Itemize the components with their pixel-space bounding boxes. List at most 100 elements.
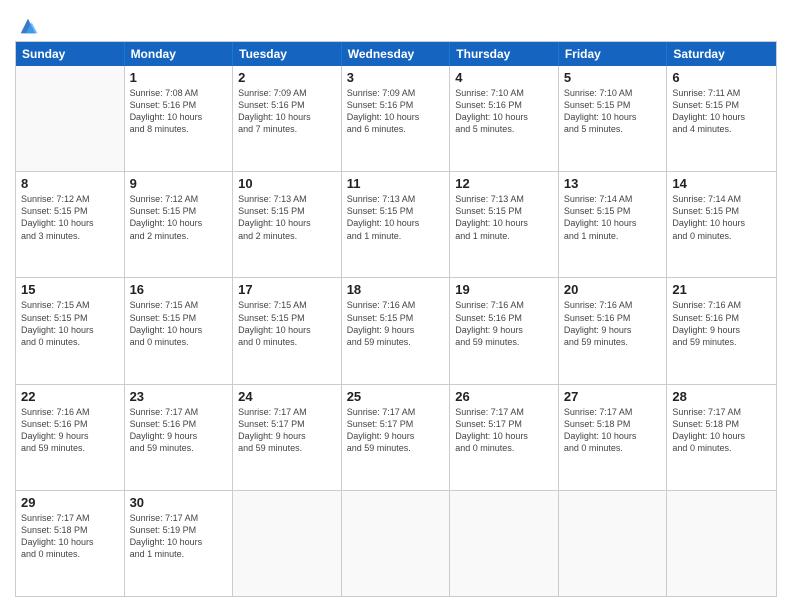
day-number: 6 (672, 70, 771, 85)
cell-info: Sunrise: 7:17 AMSunset: 5:17 PMDaylight:… (238, 406, 336, 455)
cell-info: Sunrise: 7:17 AMSunset: 5:19 PMDaylight:… (130, 512, 228, 561)
cal-cell-r0-c3: 3Sunrise: 7:09 AMSunset: 5:16 PMDaylight… (342, 66, 451, 171)
day-number: 16 (130, 282, 228, 297)
day-number: 22 (21, 389, 119, 404)
cell-info: Sunrise: 7:17 AMSunset: 5:17 PMDaylight:… (455, 406, 553, 455)
cell-info: Sunrise: 7:14 AMSunset: 5:15 PMDaylight:… (564, 193, 662, 242)
calendar-row-1: 8 Sunrise: 7:12 AMSunset: 5:15 PMDaylight… (16, 172, 776, 278)
logo-icon (17, 15, 39, 37)
header-day-saturday: Saturday (667, 42, 776, 66)
cell-info: Sunrise: 7:16 AMSunset: 5:16 PMDaylight:… (564, 299, 662, 348)
cell-info: Sunrise: 7:10 AMSunset: 5:16 PMDaylight:… (455, 87, 553, 136)
cell-info: Sunrise: 7:08 AMSunset: 5:16 PMDaylight:… (130, 87, 228, 136)
cal-cell-r0-c6: 6 Sunrise: 7:11 AMSunset: 5:15 PMDaylight… (667, 66, 776, 171)
day-number: 4 (455, 70, 553, 85)
cal-cell-r1-c5: 13 Sunrise: 7:14 AMSunset: 5:15 PMDayligh… (559, 172, 668, 277)
cell-info: Sunrise: 7:15 AMSunset: 5:15 PMDaylight:… (238, 299, 336, 348)
cal-cell-r0-c0 (16, 66, 125, 171)
cell-info: Sunrise: 7:09 AMSunset: 5:16 PMDaylight:… (238, 87, 336, 136)
cal-cell-r4-c1: 30 Sunrise: 7:17 AMSunset: 5:19 PMDayligh… (125, 491, 234, 596)
cell-info: Sunrise: 7:12 AMSunset: 5:15 PMDaylight:… (21, 193, 119, 242)
day-number: 14 (672, 176, 771, 191)
day-number: 27 (564, 389, 662, 404)
cal-cell-r2-c0: 15 Sunrise: 7:15 AMSunset: 5:15 PMDayligh… (16, 278, 125, 383)
calendar-header: SundayMondayTuesdayWednesdayThursdayFrid… (16, 42, 776, 66)
cell-info: Sunrise: 7:12 AMSunset: 5:15 PMDaylight:… (130, 193, 228, 242)
header-day-monday: Monday (125, 42, 234, 66)
header-day-tuesday: Tuesday (233, 42, 342, 66)
cell-info: Sunrise: 7:16 AMSunset: 5:15 PMDaylight:… (347, 299, 445, 348)
cell-info: Sunrise: 7:16 AMSunset: 5:16 PMDaylight:… (21, 406, 119, 455)
logo (15, 15, 39, 33)
cal-cell-r3-c2: 24Sunrise: 7:17 AMSunset: 5:17 PMDayligh… (233, 385, 342, 490)
cal-cell-r3-c1: 23 Sunrise: 7:17 AMSunset: 5:16 PMDayligh… (125, 385, 234, 490)
cal-cell-r0-c2: 2 Sunrise: 7:09 AMSunset: 5:16 PMDaylight… (233, 66, 342, 171)
header (15, 15, 777, 33)
cal-cell-r4-c4 (450, 491, 559, 596)
cal-cell-r1-c0: 8 Sunrise: 7:12 AMSunset: 5:15 PMDaylight… (16, 172, 125, 277)
cal-cell-r2-c6: 21Sunrise: 7:16 AMSunset: 5:16 PMDayligh… (667, 278, 776, 383)
cal-cell-r3-c6: 28Sunrise: 7:17 AMSunset: 5:18 PMDayligh… (667, 385, 776, 490)
cal-cell-r4-c2 (233, 491, 342, 596)
cell-info: Sunrise: 7:15 AMSunset: 5:15 PMDaylight:… (130, 299, 228, 348)
cal-cell-r2-c1: 16 Sunrise: 7:15 AMSunset: 5:15 PMDayligh… (125, 278, 234, 383)
day-number: 20 (564, 282, 662, 297)
day-number: 18 (347, 282, 445, 297)
cell-info: Sunrise: 7:11 AMSunset: 5:15 PMDaylight:… (672, 87, 771, 136)
cell-info: Sunrise: 7:17 AMSunset: 5:17 PMDaylight:… (347, 406, 445, 455)
day-number: 15 (21, 282, 119, 297)
cal-cell-r0-c4: 4 Sunrise: 7:10 AMSunset: 5:16 PMDaylight… (450, 66, 559, 171)
cal-cell-r1-c1: 9 Sunrise: 7:12 AMSunset: 5:15 PMDaylight… (125, 172, 234, 277)
cell-info: Sunrise: 7:17 AMSunset: 5:18 PMDaylight:… (21, 512, 119, 561)
cal-cell-r0-c1: 1Sunrise: 7:08 AMSunset: 5:16 PMDaylight… (125, 66, 234, 171)
cal-cell-r3-c4: 26 Sunrise: 7:17 AMSunset: 5:17 PMDayligh… (450, 385, 559, 490)
day-number: 19 (455, 282, 553, 297)
day-number: 25 (347, 389, 445, 404)
cal-cell-r3-c0: 22 Sunrise: 7:16 AMSunset: 5:16 PMDayligh… (16, 385, 125, 490)
page: SundayMondayTuesdayWednesdayThursdayFrid… (0, 0, 792, 612)
header-day-sunday: Sunday (16, 42, 125, 66)
calendar-row-3: 22 Sunrise: 7:16 AMSunset: 5:16 PMDayligh… (16, 385, 776, 491)
header-day-thursday: Thursday (450, 42, 559, 66)
cell-info: Sunrise: 7:15 AMSunset: 5:15 PMDaylight:… (21, 299, 119, 348)
cell-info: Sunrise: 7:13 AMSunset: 5:15 PMDaylight:… (455, 193, 553, 242)
day-number: 23 (130, 389, 228, 404)
cal-cell-r4-c0: 29 Sunrise: 7:17 AMSunset: 5:18 PMDayligh… (16, 491, 125, 596)
day-number: 30 (130, 495, 228, 510)
day-number: 28 (672, 389, 771, 404)
cell-info: Sunrise: 7:17 AMSunset: 5:16 PMDaylight:… (130, 406, 228, 455)
calendar-body: 1Sunrise: 7:08 AMSunset: 5:16 PMDaylight… (16, 66, 776, 596)
calendar-row-0: 1Sunrise: 7:08 AMSunset: 5:16 PMDaylight… (16, 66, 776, 172)
day-number: 8 (21, 176, 119, 191)
cal-cell-r3-c3: 25 Sunrise: 7:17 AMSunset: 5:17 PMDayligh… (342, 385, 451, 490)
cal-cell-r2-c2: 17 Sunrise: 7:15 AMSunset: 5:15 PMDayligh… (233, 278, 342, 383)
day-number: 9 (130, 176, 228, 191)
day-number: 17 (238, 282, 336, 297)
day-number: 12 (455, 176, 553, 191)
cal-cell-r4-c6 (667, 491, 776, 596)
cell-info: Sunrise: 7:14 AMSunset: 5:15 PMDaylight:… (672, 193, 771, 242)
calendar: SundayMondayTuesdayWednesdayThursdayFrid… (15, 41, 777, 597)
day-number: 13 (564, 176, 662, 191)
day-number: 3 (347, 70, 445, 85)
day-number: 5 (564, 70, 662, 85)
cal-cell-r1-c2: 10 Sunrise: 7:13 AMSunset: 5:15 PMDayligh… (233, 172, 342, 277)
header-day-wednesday: Wednesday (342, 42, 451, 66)
cell-info: Sunrise: 7:17 AMSunset: 5:18 PMDaylight:… (564, 406, 662, 455)
day-number: 26 (455, 389, 553, 404)
calendar-row-4: 29 Sunrise: 7:17 AMSunset: 5:18 PMDayligh… (16, 491, 776, 596)
day-number: 29 (21, 495, 119, 510)
cal-cell-r4-c5 (559, 491, 668, 596)
day-number: 21 (672, 282, 771, 297)
cal-cell-r1-c6: 14 Sunrise: 7:14 AMSunset: 5:15 PMDayligh… (667, 172, 776, 277)
cell-info: Sunrise: 7:16 AMSunset: 5:16 PMDaylight:… (455, 299, 553, 348)
day-number: 2 (238, 70, 336, 85)
header-day-friday: Friday (559, 42, 668, 66)
cal-cell-r2-c3: 18 Sunrise: 7:16 AMSunset: 5:15 PMDayligh… (342, 278, 451, 383)
cell-info: Sunrise: 7:13 AMSunset: 5:15 PMDaylight:… (238, 193, 336, 242)
cal-cell-r2-c4: 19 Sunrise: 7:16 AMSunset: 5:16 PMDayligh… (450, 278, 559, 383)
cell-info: Sunrise: 7:13 AMSunset: 5:15 PMDaylight:… (347, 193, 445, 242)
cal-cell-r1-c4: 12 Sunrise: 7:13 AMSunset: 5:15 PMDayligh… (450, 172, 559, 277)
day-number: 10 (238, 176, 336, 191)
calendar-row-2: 15 Sunrise: 7:15 AMSunset: 5:15 PMDayligh… (16, 278, 776, 384)
